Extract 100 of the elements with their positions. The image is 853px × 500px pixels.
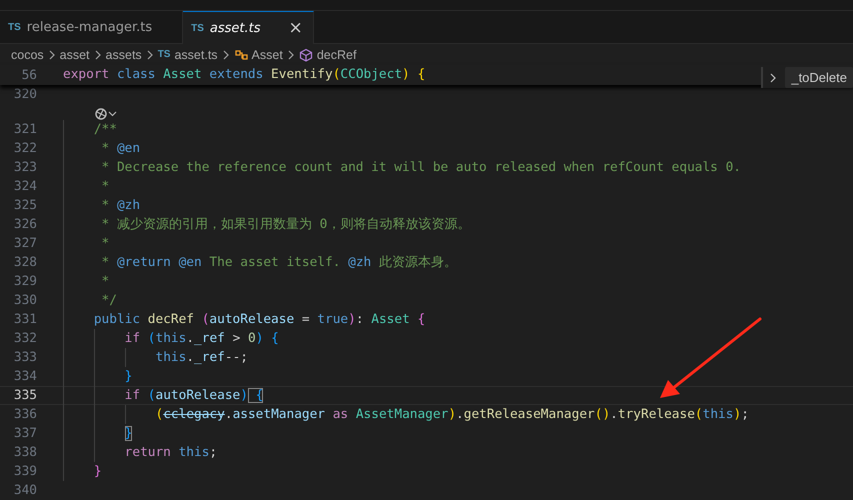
line-number: 328 — [12, 255, 37, 270]
line-number: 335 — [12, 388, 37, 403]
code-comment: @zh — [347, 255, 372, 270]
code-token: cclegacy — [163, 407, 225, 422]
editor-tab[interactable]: TS asset.ts × — [183, 11, 314, 44]
code-token: = — [300, 312, 310, 327]
code-token: ( — [694, 407, 703, 422]
code-comment: /** — [94, 122, 117, 137]
code-comment: * — [100, 236, 110, 251]
line-number: 323 — [12, 160, 37, 175]
code-token: if — [124, 331, 140, 346]
code-comment: The asset itself. — [208, 255, 340, 270]
code-token: 0 — [247, 331, 256, 346]
code-token: ; — [741, 407, 749, 422]
code-token: { — [416, 312, 426, 327]
line-number: 320 — [12, 87, 37, 102]
code-comment: @en — [178, 255, 202, 270]
line-number: 327 — [12, 236, 37, 251]
breadcrumb-item[interactable]: asset — [60, 48, 90, 62]
line-number: 337 — [12, 426, 37, 441]
code-token: this — [155, 350, 186, 365]
code-token: ( — [155, 407, 164, 422]
code-token: } — [124, 369, 132, 384]
line-number: 334 — [12, 369, 37, 384]
code-token: ) — [448, 407, 456, 422]
chevron-down-icon — [108, 110, 117, 118]
code-token: this — [702, 407, 734, 422]
code-comment: */ — [100, 293, 117, 308]
code-comment: @en — [116, 141, 140, 156]
code-token: AssetManager — [354, 407, 448, 422]
breadcrumb-item[interactable]: cocos — [11, 48, 44, 62]
line-number: 333 — [12, 350, 37, 365]
code-token: { — [270, 331, 279, 346]
code-token: decRef — [146, 312, 194, 327]
code-token: . — [610, 407, 618, 422]
code-comment: @zh — [116, 198, 140, 213]
code-token: ) — [733, 407, 742, 422]
code-token: true — [316, 312, 348, 327]
code-token: . — [186, 350, 194, 365]
code-token: assetManager — [232, 407, 326, 422]
chevron-right-icon — [48, 48, 56, 61]
chevron-right-icon — [94, 48, 102, 61]
code-token: autoRelease — [209, 312, 294, 327]
line-number: 329 — [12, 274, 37, 289]
code-token: ( — [146, 331, 156, 346]
code-token: extends — [208, 67, 264, 82]
code-token: _ref — [194, 350, 225, 365]
line-number: 339 — [12, 464, 37, 479]
outline-item[interactable]: _toDelete — [785, 67, 853, 88]
breadcrumb-item[interactable]: decRef — [316, 48, 356, 62]
code-comment: * — [100, 141, 110, 156]
cube-icon — [298, 48, 313, 62]
code-token: () — [594, 407, 610, 422]
code-token: ) — [402, 67, 410, 82]
code-token: . — [224, 407, 233, 422]
code-token: return — [124, 445, 171, 460]
code-comment: * — [100, 179, 110, 194]
breadcrumb-item[interactable]: Asset — [252, 48, 283, 62]
line-number: 340 — [12, 483, 37, 498]
line-number: 324 — [12, 179, 37, 194]
code-token: Asset — [370, 312, 410, 327]
code-token: this — [178, 445, 210, 460]
code-comment: * Decrease the reference count and it will be auto released when refCount equals 0. — [100, 160, 741, 175]
code-token: > — [232, 331, 240, 346]
code-token: ) — [240, 388, 248, 403]
chevron-right-icon — [222, 48, 230, 61]
line-number: 322 — [12, 141, 37, 156]
breadcrumb-item[interactable]: assets — [106, 48, 142, 62]
line-number: 338 — [12, 445, 37, 460]
code-token: getReleaseManager — [464, 407, 595, 422]
line-number: 330 — [12, 293, 37, 308]
line-number: 321 — [12, 122, 37, 137]
code-token: ( — [332, 67, 340, 82]
code-token: . — [186, 331, 194, 346]
line-number: 336 — [12, 407, 37, 422]
code-token: Eventify — [270, 67, 333, 82]
code-token: { — [416, 67, 426, 82]
typescript-file-icon: TS — [158, 49, 170, 60]
breadcrumb-item[interactable]: asset.ts — [174, 48, 218, 62]
code-comment: * — [100, 255, 110, 270]
code-comment: * — [100, 274, 110, 289]
code-token: export — [63, 67, 110, 82]
code-token: . — [456, 407, 464, 422]
chevron-right-icon — [286, 48, 295, 61]
class-icon — [234, 48, 248, 62]
code-token: Asset — [162, 67, 202, 82]
tab-label: release-manager.ts — [26, 20, 152, 35]
code-token: : — [356, 312, 364, 327]
line-number: 325 — [12, 198, 37, 213]
close-button[interactable]: × — [288, 20, 303, 37]
code-token: CCObject — [340, 67, 402, 82]
typescript-file-icon: TS — [8, 22, 21, 33]
chevron-right-icon — [769, 72, 778, 84]
code-token: class — [116, 67, 156, 82]
code-token: as — [332, 407, 348, 422]
code-token: } — [94, 464, 102, 479]
code-token: { — [248, 388, 264, 403]
code-token: ( — [146, 388, 156, 403]
code-token: _ref — [194, 331, 225, 346]
code-token: this — [156, 331, 186, 346]
